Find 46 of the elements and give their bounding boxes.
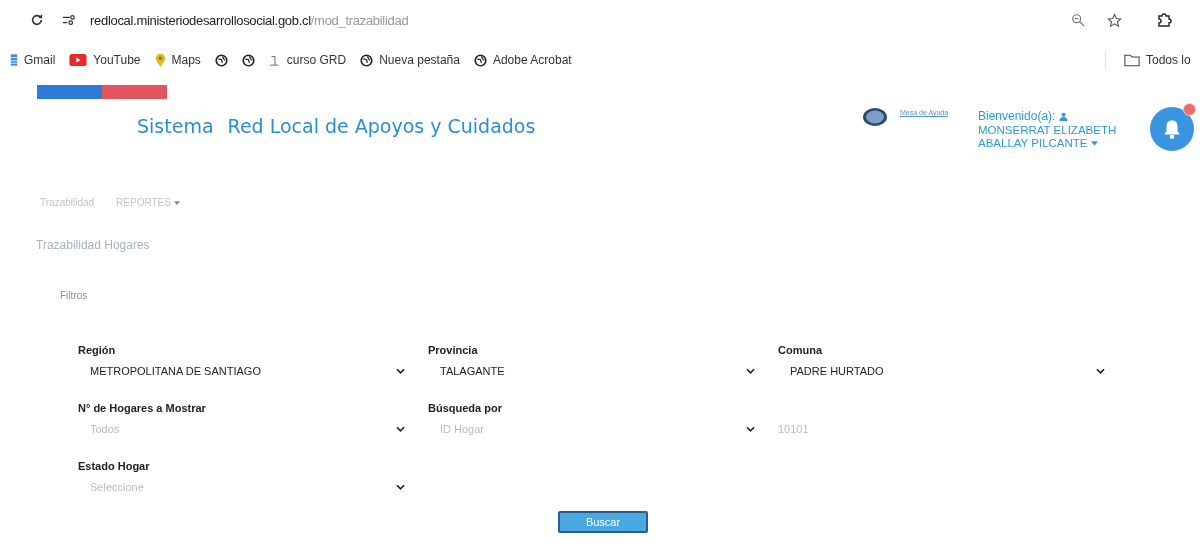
puzzle-icon[interactable] <box>1156 12 1172 28</box>
map-pin-icon <box>154 52 166 68</box>
globe-icon <box>214 53 228 67</box>
bookmark[interactable]: Maps <box>154 52 201 68</box>
bookmark[interactable] <box>241 53 255 67</box>
field-label: Región <box>78 343 117 358</box>
select-field[interactable]: PADRE HURTADO <box>778 359 1113 383</box>
app-title: Red Local de Apoyos y Cuidados <box>227 115 536 137</box>
bookmark[interactable] <box>214 53 228 67</box>
globe-icon <box>473 53 487 67</box>
caret-icon <box>1090 141 1098 147</box>
bookmark[interactable]: YouTube <box>69 53 141 67</box>
folder-icon <box>1124 53 1140 67</box>
field-label: N° de Hogares a Mostrar <box>78 401 207 416</box>
select-field[interactable]: METROPOLITANA DE SANTIAGO <box>78 359 413 383</box>
field-label: Estado Hogar <box>78 459 151 474</box>
field-label: Provincia <box>428 343 479 358</box>
chevron-icon <box>746 426 755 432</box>
page-title: Trazabilidad Hogares <box>35 238 151 252</box>
field-label: Búsqueda por <box>428 401 503 416</box>
bookmark-folder[interactable]: Todos lo <box>1124 53 1202 67</box>
address-field[interactable]: redlocal.ministeriodesarrollosocial.gob.cl/mod_trazabilidad <box>90 12 1071 28</box>
bookmark[interactable]: Nueva pestaña <box>360 53 460 67</box>
zoom-icon[interactable] <box>1071 13 1085 27</box>
user-icon <box>1059 112 1069 122</box>
globe-icon <box>360 53 374 67</box>
site-settings-icon[interactable] <box>62 13 76 27</box>
bookmark[interactable]: curso GRD <box>268 53 347 67</box>
stack-icon <box>10 53 18 67</box>
chevron-icon <box>1096 368 1105 374</box>
select-field[interactable]: TALAGANTE <box>428 359 763 383</box>
chevron-icon <box>396 484 405 490</box>
globe-icon <box>241 53 255 67</box>
star-icon[interactable] <box>1107 12 1122 28</box>
welcome-label: Bienvenido(a): <box>978 110 1056 124</box>
field-label: Comuna <box>778 343 824 358</box>
system-label: Sistema <box>137 115 214 137</box>
chevron-icon <box>396 426 405 432</box>
section-label: Filtros <box>59 290 89 301</box>
bell-icon <box>1161 118 1183 140</box>
bookmark[interactable]: Adobe Acrobat <box>473 53 572 67</box>
chevron-icon <box>746 368 755 374</box>
play-icon <box>69 54 88 66</box>
chevron-icon <box>396 368 405 374</box>
bookmark[interactable]: Gmail <box>10 53 56 67</box>
reload-icon[interactable] <box>30 13 44 27</box>
